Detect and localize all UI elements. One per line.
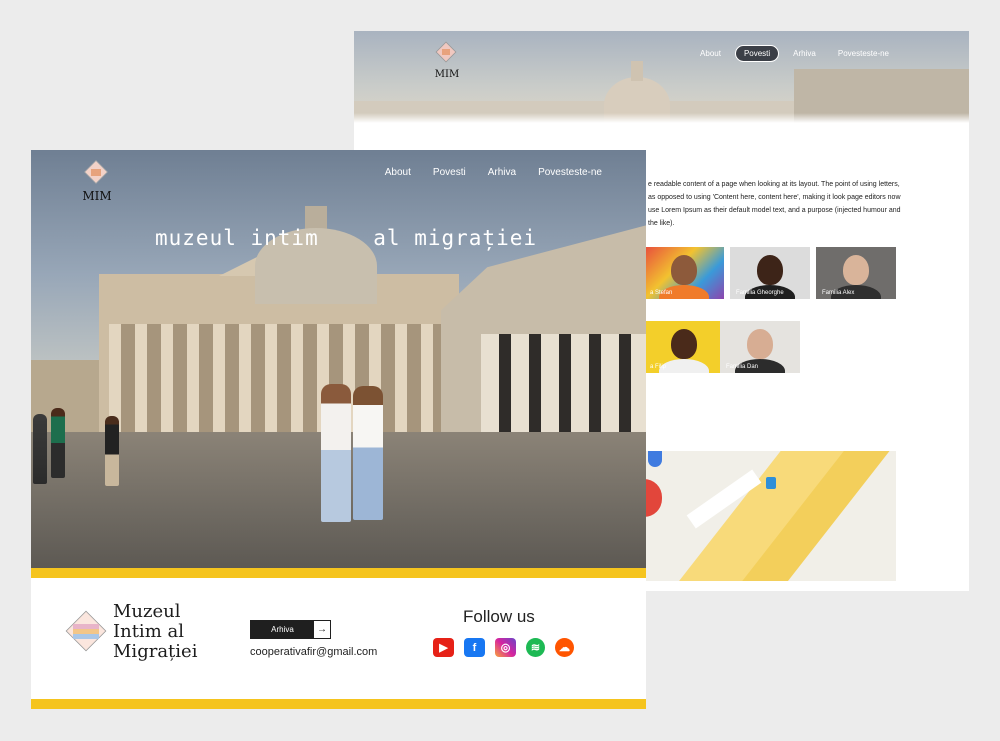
follow-us-heading: Follow us [463, 607, 535, 626]
facebook-icon[interactable]: f [464, 638, 485, 657]
back-mim-logo[interactable]: MIM [427, 41, 467, 81]
front-nav-povesti[interactable]: Povesti [433, 167, 466, 178]
footer-museum-name: Muzeul Intim al Migrației [113, 601, 198, 662]
back-location-map[interactable] [644, 451, 896, 581]
family-card-caption: Familia Alex [822, 290, 855, 296]
family-card[interactable]: a Filip [644, 321, 724, 373]
map-poi-icon[interactable] [766, 477, 776, 489]
contact-email[interactable]: cooperativafir@gmail.com [250, 646, 377, 658]
front-nav-about[interactable]: About [385, 167, 411, 178]
back-nav-povesteste[interactable]: Povesteste-ne [830, 46, 897, 61]
family-card-caption: Familia Gheorghe [736, 290, 784, 296]
archive-button-label: Arhiva [271, 625, 294, 634]
front-page-mockup: MIM About Povesti Arhiva Povesteste-ne m… [31, 150, 646, 709]
hero-tagline: muzeul intim al migrației [155, 226, 538, 250]
family-card[interactable]: a Stefan [644, 247, 724, 299]
back-nav-arhiva[interactable]: Arhiva [785, 46, 824, 61]
instagram-icon[interactable]: ◎ [495, 638, 516, 657]
back-family-grid: a Stefan Familia Gheorghe Familia Alex a… [644, 247, 904, 377]
family-card-caption: a Filip [650, 364, 667, 370]
back-nav-povesti[interactable]: Povesti [734, 45, 780, 62]
map-marker-icon[interactable] [648, 451, 662, 467]
youtube-icon[interactable]: ▶ [433, 638, 454, 657]
soundcloud-icon[interactable]: ☁ [555, 638, 574, 657]
yellow-footer-bar [31, 699, 646, 709]
front-hero-image [31, 150, 646, 568]
back-main-nav: About Povesti Arhiva Povesteste-ne [692, 45, 897, 62]
family-card-caption: Familia Dan [726, 364, 759, 370]
svg-text:MIM: MIM [82, 189, 111, 203]
footer-logo-icon [65, 610, 107, 652]
family-card[interactable]: Familia Alex [816, 247, 896, 299]
social-links: ▶ f ◎ ≋ ☁ [433, 638, 574, 657]
front-nav-arhiva[interactable]: Arhiva [488, 167, 516, 178]
archive-button[interactable]: Arhiva → [250, 620, 331, 639]
arrow-right-icon: → [314, 621, 330, 638]
yellow-divider [31, 568, 646, 578]
front-mim-logo[interactable]: MIM [75, 160, 119, 204]
family-card[interactable]: Familia Dan [720, 321, 800, 373]
front-main-nav: About Povesti Arhiva Povesteste-ne [385, 167, 602, 178]
svg-text:MIM: MIM [435, 69, 459, 80]
family-card[interactable]: Familia Gheorghe [730, 247, 810, 299]
back-nav-about[interactable]: About [692, 46, 729, 61]
back-intro-paragraph: e readable content of a page when lookin… [648, 181, 901, 227]
spotify-icon[interactable]: ≋ [526, 638, 545, 657]
family-card-caption: a Stefan [650, 290, 673, 296]
map-pin-icon[interactable] [644, 479, 662, 517]
front-nav-povesteste[interactable]: Povesteste-ne [538, 167, 602, 178]
